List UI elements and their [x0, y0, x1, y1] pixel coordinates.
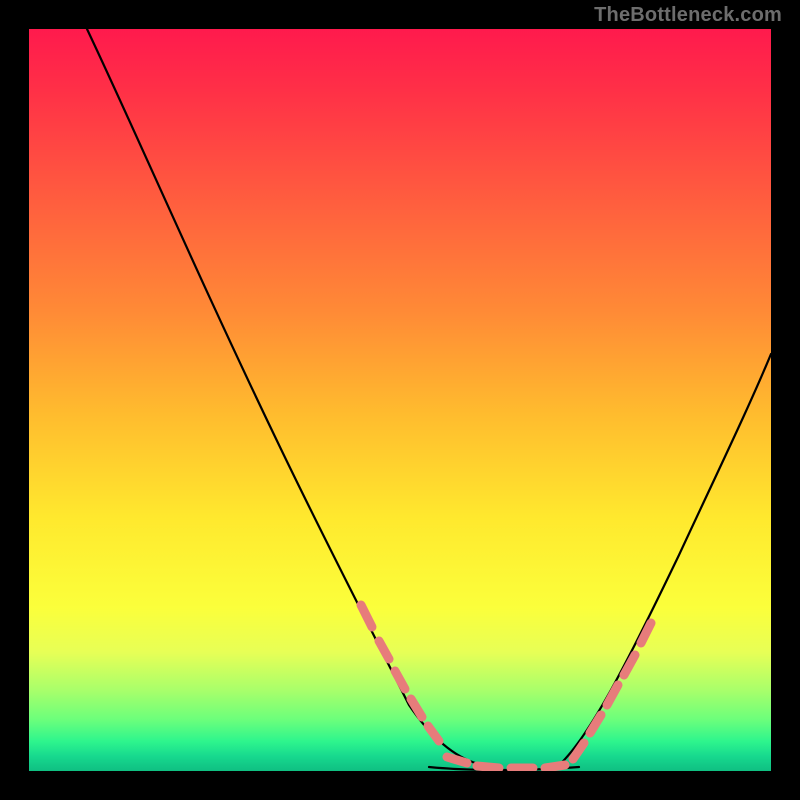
plot-area — [29, 29, 771, 771]
curve-left-branch — [87, 29, 499, 767]
curve-layer — [29, 29, 771, 771]
pink-dashes-floor — [447, 757, 565, 768]
watermark-text: TheBottleneck.com — [594, 4, 782, 27]
chart-frame: TheBottleneck.com — [0, 0, 800, 800]
curve-right-branch — [557, 354, 771, 767]
pink-dashes-left — [361, 605, 439, 741]
pink-dashes-right — [573, 623, 651, 759]
